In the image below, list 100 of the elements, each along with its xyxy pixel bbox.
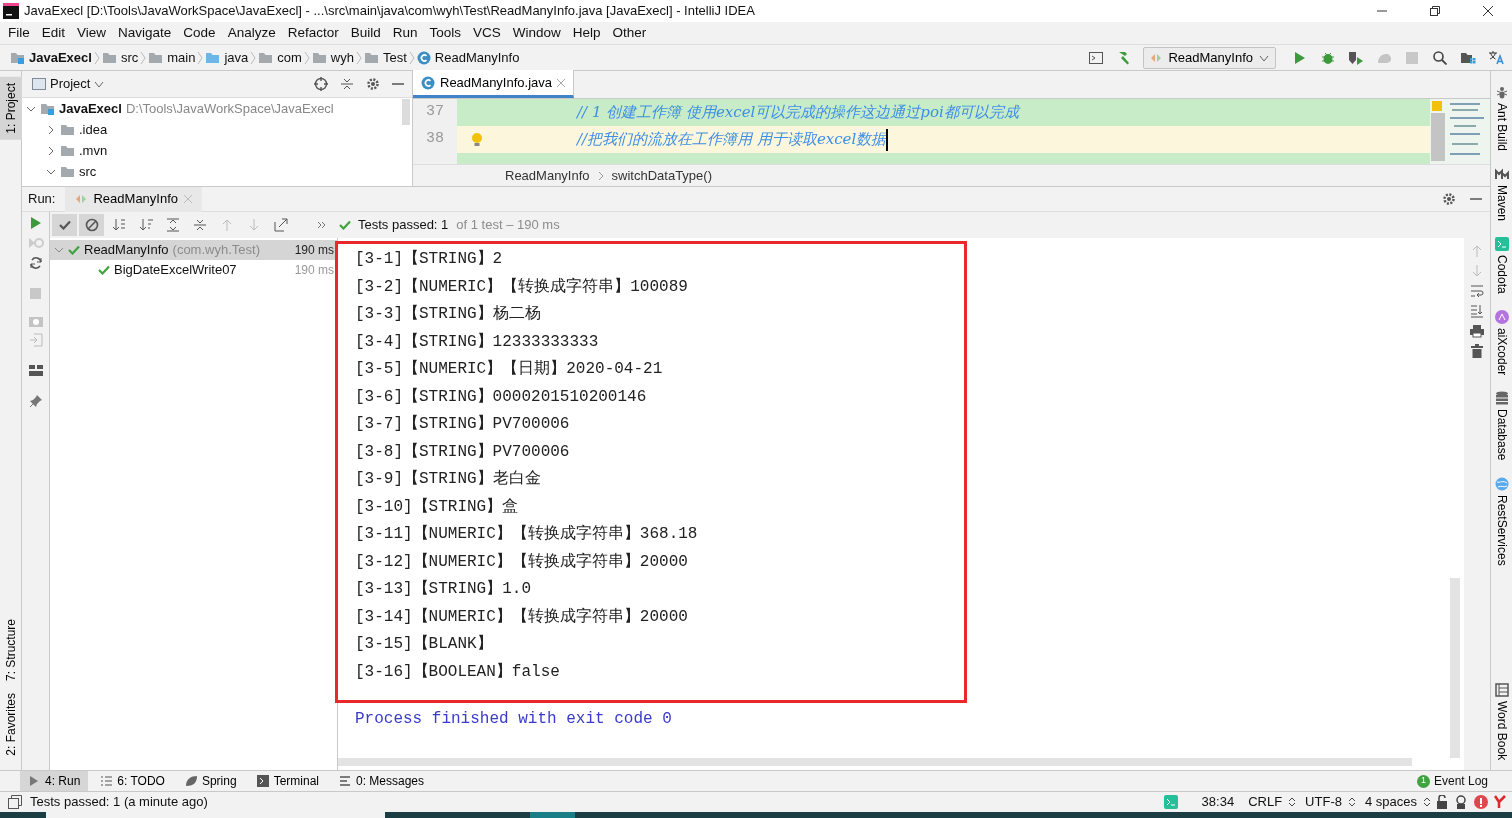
breadcrumb-item[interactable]: main bbox=[167, 47, 196, 68]
trash-icon[interactable] bbox=[1471, 344, 1483, 358]
chevron-right-icon[interactable] bbox=[46, 124, 56, 135]
breadcrumb-item[interactable]: JavaExecl bbox=[29, 47, 92, 68]
tree-item[interactable]: .idea bbox=[79, 119, 108, 140]
breadcrumb-item[interactable]: com bbox=[277, 47, 302, 68]
folder-icon bbox=[364, 51, 379, 64]
breadcrumb-item[interactable]: ReadManyInfo bbox=[434, 47, 520, 68]
show-ignored-button[interactable] bbox=[79, 214, 104, 236]
tool-window-tab[interactable]: Spring bbox=[176, 770, 245, 792]
pin-icon[interactable] bbox=[28, 394, 43, 408]
indent-setting[interactable]: 4 spaces bbox=[1360, 792, 1421, 812]
class-icon bbox=[416, 50, 431, 65]
menu-item[interactable]: Edit bbox=[35, 22, 72, 44]
sort-alpha-icon bbox=[111, 218, 126, 232]
tool-window-tab[interactable]: Word Book bbox=[1492, 682, 1511, 760]
folder-icon bbox=[101, 51, 117, 64]
event-log-button[interactable]: Event Log bbox=[1433, 772, 1488, 790]
tool-window-tab[interactable]: aiXcoder bbox=[1492, 309, 1511, 376]
locate-icon[interactable] bbox=[314, 77, 328, 91]
wrap-icon[interactable] bbox=[1470, 284, 1484, 298]
breadcrumb-item[interactable]: Test bbox=[383, 47, 407, 68]
breadcrumb-item[interactable]: java bbox=[224, 47, 249, 68]
menu-item[interactable]: View bbox=[71, 22, 113, 44]
file-encoding[interactable]: UTF-8 bbox=[1301, 792, 1346, 812]
panel-toggle-icon[interactable] bbox=[8, 795, 22, 809]
chevron-right-icon[interactable] bbox=[46, 145, 56, 156]
tool-window-tab[interactable]: 4: Run bbox=[20, 770, 89, 792]
breadcrumb-item[interactable]: wyh bbox=[330, 47, 354, 68]
close-icon[interactable] bbox=[557, 78, 565, 87]
expand-all-icon bbox=[165, 218, 180, 232]
cursor-position[interactable]: 38:34 bbox=[1197, 792, 1239, 812]
tool-window-tab[interactable]: 2: Favorites bbox=[0, 687, 22, 762]
bulb-icon[interactable] bbox=[471, 132, 483, 147]
folder-icon bbox=[311, 51, 327, 64]
ban-icon bbox=[84, 218, 99, 232]
menu-item[interactable]: Build bbox=[344, 22, 387, 44]
breadcrumb-item[interactable]: src bbox=[120, 47, 139, 68]
menu-item[interactable]: Tools bbox=[423, 22, 467, 44]
run-configuration-dropdown[interactable]: ReadManyInfo bbox=[1143, 46, 1276, 69]
menu-item[interactable]: Other bbox=[606, 22, 653, 44]
breadcrumb-item[interactable]: ReadManyInfo bbox=[505, 165, 590, 186]
scrollbar[interactable] bbox=[1450, 578, 1460, 758]
editor-tab[interactable]: ReadManyInfo.java bbox=[413, 70, 574, 98]
inspector-icon[interactable] bbox=[1454, 795, 1468, 809]
tool-window-tab[interactable]: RestServices bbox=[1492, 476, 1511, 566]
unlock-icon[interactable] bbox=[1436, 795, 1448, 809]
menu-item[interactable]: Help bbox=[566, 22, 607, 44]
menu-item[interactable]: Navigate bbox=[112, 22, 178, 44]
test-row[interactable]: ReadManyInfo (com.wyh.Test) 190 ms bbox=[50, 240, 337, 260]
print-icon[interactable] bbox=[1470, 324, 1484, 338]
breadcrumb-item[interactable]: switchDataType() bbox=[611, 165, 712, 186]
error-icon[interactable] bbox=[1474, 795, 1488, 809]
chevron-right-icon bbox=[93, 50, 100, 65]
scrollbar[interactable] bbox=[338, 758, 1412, 766]
chevron-down-icon[interactable] bbox=[54, 245, 64, 255]
layout-icon[interactable] bbox=[28, 365, 43, 376]
tool-window-tab[interactable]: Terminal bbox=[248, 770, 327, 792]
tool-window-tab[interactable]: 6: TODO bbox=[92, 770, 173, 792]
scrollbar[interactable] bbox=[402, 99, 410, 125]
settings-icon[interactable] bbox=[366, 77, 380, 91]
menu-item[interactable]: Refactor bbox=[281, 22, 345, 44]
folder-icon bbox=[148, 51, 164, 64]
menu-item[interactable]: Window bbox=[506, 22, 567, 44]
menu-item[interactable]: Run bbox=[386, 22, 424, 44]
menu-item[interactable]: Code bbox=[177, 22, 222, 44]
line-number: 37 bbox=[425, 102, 445, 123]
plugin-icon[interactable] bbox=[1494, 795, 1506, 809]
run-tab[interactable]: ReadManyInfo bbox=[65, 186, 203, 212]
test-row[interactable]: BigDateExcelWrite07 190 ms bbox=[50, 260, 337, 280]
tool-window-tab[interactable]: 1: Project bbox=[0, 77, 22, 140]
tree-item[interactable]: JavaExecl bbox=[59, 98, 122, 119]
scroll-end-icon[interactable] bbox=[1470, 304, 1484, 318]
chevron-right-icon bbox=[140, 50, 147, 65]
tool-window-tab[interactable]: Ant Build bbox=[1492, 85, 1511, 152]
collapse-icon[interactable] bbox=[340, 77, 354, 91]
menu-item[interactable]: File bbox=[2, 22, 36, 44]
list-icon bbox=[100, 775, 113, 787]
tree-item[interactable]: .mvn bbox=[79, 140, 108, 161]
tool-window-tab[interactable]: 0: Messages bbox=[331, 770, 433, 792]
tool-window-tab[interactable]: Database bbox=[1492, 391, 1511, 461]
tool-window-tab[interactable]: Maven bbox=[1492, 167, 1511, 222]
toggle-rerun-icon[interactable] bbox=[28, 256, 43, 270]
tool-window-tab[interactable]: 7: Structure bbox=[0, 613, 22, 688]
menu-item[interactable]: VCS bbox=[467, 22, 507, 44]
panel-icon bbox=[32, 78, 46, 90]
terminal-icon[interactable] bbox=[1163, 795, 1178, 809]
tool-window-tab[interactable]: Codota bbox=[1492, 237, 1511, 294]
panel-label: Run: bbox=[28, 190, 56, 209]
play-icon[interactable] bbox=[29, 216, 42, 230]
chevron-right-icon bbox=[597, 170, 604, 181]
tree-item[interactable]: src bbox=[79, 161, 97, 182]
menu-item[interactable]: Analyze bbox=[221, 22, 282, 44]
line-number: 38 bbox=[425, 129, 445, 150]
more-icon[interactable] bbox=[317, 221, 327, 229]
settings-icon[interactable] bbox=[1442, 192, 1456, 206]
line-separator[interactable]: CRLF bbox=[1244, 792, 1287, 812]
panel-title[interactable]: Project bbox=[50, 74, 91, 94]
console-line: [3-1]【STRING】2 bbox=[355, 248, 504, 270]
show-passed-button[interactable] bbox=[52, 214, 77, 236]
